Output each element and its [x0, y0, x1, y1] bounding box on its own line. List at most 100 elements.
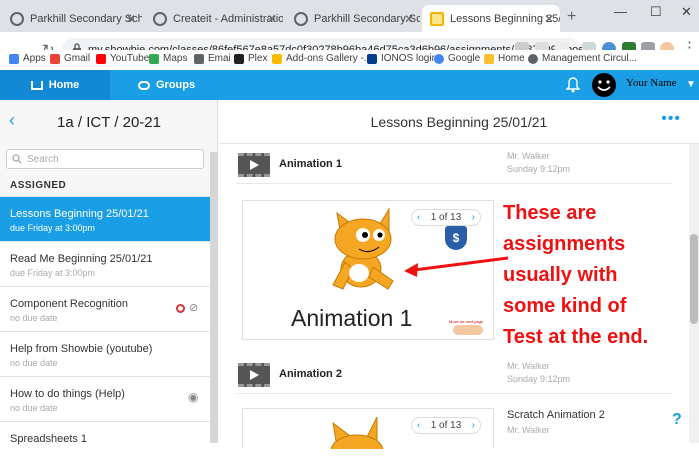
- post-title: Animation 2: [279, 368, 342, 380]
- close-icon[interactable]: ✕: [267, 12, 277, 26]
- bookmark-youtube[interactable]: YouTube: [96, 53, 149, 64]
- search-placeholder: Search: [27, 153, 59, 165]
- browser-tab-active[interactable]: Lessons Beginning 25/01/21 · ✕: [422, 5, 560, 32]
- bookmark-maps[interactable]: Maps: [149, 53, 187, 64]
- close-icon[interactable]: ✕: [544, 12, 554, 26]
- assignment-item[interactable]: Read Me Beginning 25/01/21 due Friday at…: [0, 241, 210, 286]
- bell-icon[interactable]: [566, 77, 580, 93]
- paperclip-icon: ⊘: [189, 302, 199, 314]
- video-icon: [238, 153, 270, 177]
- class-title: 1a / ICT / 20-21: [57, 113, 161, 131]
- chevron-right-icon[interactable]: ›: [472, 420, 475, 431]
- browser-tab[interactable]: Createit - Administration ✕: [145, 5, 283, 32]
- post-title: Scratch Animation 2: [507, 409, 605, 421]
- chevron-left-icon[interactable]: ‹: [417, 420, 420, 431]
- smiley-face-icon: [597, 80, 611, 91]
- assignment-due: due Friday at 3:00pm: [10, 268, 96, 278]
- assignment-title: Lessons Beginning 25/01/21: [10, 208, 149, 220]
- chevron-left-icon[interactable]: ‹: [9, 110, 15, 131]
- eye-icon: ◉: [188, 390, 199, 404]
- post-preview-card[interactable]: ‹ 1 of 13 ›: [242, 408, 494, 449]
- help-button[interactable]: ?: [672, 411, 682, 429]
- assignment-due: due Friday at 3:00pm: [10, 223, 96, 233]
- assignment-list: Lessons Beginning 25/01/21 due Friday at…: [0, 196, 210, 466]
- envelope-icon: [430, 11, 444, 26]
- bookmarks-bar: Apps Gmail YouTube Maps Emai Plex Add-on…: [0, 50, 699, 68]
- globe-icon: [10, 11, 24, 26]
- chevron-down-icon[interactable]: ▼: [686, 79, 696, 90]
- post-meta: Mr. Walker Sunday 9:12pm: [507, 361, 571, 384]
- bookmark-management[interactable]: Management Circul...: [528, 53, 637, 64]
- assignment-item[interactable]: Lessons Beginning 25/01/21 due Friday at…: [0, 196, 210, 241]
- globe-icon: [153, 11, 167, 26]
- bookmark-addons[interactable]: Add-ons Gallery -...: [272, 53, 372, 64]
- post-author: Mr. Walker: [507, 425, 550, 435]
- user-name[interactable]: Your Name: [626, 77, 677, 89]
- bookmark-plex[interactable]: Plex: [234, 53, 267, 64]
- assignment-title: Read Me Beginning 25/01/21: [10, 253, 153, 265]
- card-caption: Animation 1: [291, 305, 413, 331]
- assignment-title: How to do things (Help): [10, 388, 125, 400]
- tray-icon: [30, 80, 43, 90]
- groups-label: Groups: [156, 79, 196, 91]
- close-icon[interactable]: ✕: [404, 12, 414, 26]
- assignment-header: Lessons Beginning 25/01/21 •••: [219, 100, 699, 144]
- maximize-button[interactable]: ☐: [650, 4, 662, 20]
- scratch-cat-image: [330, 417, 383, 449]
- annotation-text: These are assignments usually with some …: [503, 202, 649, 348]
- assignment-due: no due date: [10, 313, 58, 323]
- globe-icon: [294, 11, 308, 26]
- bookmark-google[interactable]: Google: [434, 53, 480, 64]
- new-tab-button[interactable]: +: [567, 8, 576, 26]
- app-top-bar: Home Groups Your Name ▼: [0, 70, 699, 100]
- bookmark-email[interactable]: Emai: [194, 53, 231, 64]
- bookmark-gmail[interactable]: Gmail: [50, 53, 90, 64]
- avatar[interactable]: [592, 73, 616, 97]
- assignment-item[interactable]: Help from Showbie (youtube) no due date: [0, 331, 210, 376]
- home-button[interactable]: Home: [0, 70, 110, 100]
- bookmark-apps[interactable]: Apps: [9, 53, 46, 64]
- card-note: Move on next page: [449, 319, 484, 324]
- assignment-title: Spreadsheets 1: [10, 433, 88, 445]
- pointing-hand-icon: [453, 325, 483, 335]
- browser-tab-strip: Parkhill Secondary School ✕ Createit - A…: [0, 0, 699, 32]
- bookmark-ionos[interactable]: IONOS login: [367, 53, 437, 64]
- assignment-due: no due date: [10, 403, 58, 413]
- search-input[interactable]: Search: [6, 149, 204, 169]
- chevron-left-icon[interactable]: ‹: [417, 212, 420, 223]
- red-ring-icon: [176, 304, 185, 313]
- image-pager[interactable]: ‹ 1 of 13 ›: [411, 417, 481, 434]
- scrollbar-thumb[interactable]: [690, 234, 698, 324]
- post-title: Animation 1: [279, 158, 342, 170]
- image-pager[interactable]: ‹ 1 of 13 ›: [411, 209, 481, 226]
- pager-text: 1 of 13: [430, 212, 462, 223]
- arrow-annotation-icon: [404, 256, 509, 277]
- post-meta: Mr. Walker Sunday 9:12pm: [507, 151, 571, 174]
- post-row[interactable]: Animation 2 Mr. Walker Sunday 9:12pm: [236, 356, 672, 394]
- section-label: ASSIGNED: [10, 180, 67, 191]
- browser-tab[interactable]: Parkhill Secondary School ✕: [286, 5, 420, 32]
- bookmark-home[interactable]: Home: [484, 53, 525, 64]
- assignment-due: no due date: [10, 358, 58, 368]
- more-options-icon[interactable]: •••: [661, 110, 681, 128]
- class-title-bar: ‹ 1a / ICT / 20-21: [0, 100, 218, 144]
- post-row[interactable]: Animation 1 Mr. Walker Sunday 9:12pm: [236, 146, 672, 184]
- home-label: Home: [48, 79, 80, 91]
- search-icon: [12, 154, 22, 164]
- page-title: Lessons Beginning 25/01/21: [370, 113, 548, 130]
- groups-button[interactable]: Groups: [138, 70, 195, 100]
- assignment-item[interactable]: Spreadsheets 1: [0, 421, 210, 466]
- shield-badge-icon: $: [445, 226, 467, 250]
- pager-text: 1 of 13: [430, 420, 462, 431]
- browser-tab[interactable]: Parkhill Secondary School ✕: [2, 5, 142, 32]
- sidebar: ‹ 1a / ICT / 20-21 Search ASSIGNED Lesso…: [0, 100, 218, 466]
- window-close-button[interactable]: ✕: [681, 4, 692, 20]
- assignment-title: Help from Showbie (youtube): [10, 343, 153, 355]
- assignment-item[interactable]: How to do things (Help) no due date ◉: [0, 376, 210, 421]
- video-icon: [238, 363, 270, 387]
- minimize-button[interactable]: —: [614, 4, 627, 19]
- chevron-right-icon[interactable]: ›: [472, 212, 475, 223]
- close-icon[interactable]: ✕: [126, 12, 136, 26]
- scrollbar[interactable]: [210, 152, 218, 443]
- assignment-item[interactable]: Component Recognition no due date ⊘: [0, 286, 210, 331]
